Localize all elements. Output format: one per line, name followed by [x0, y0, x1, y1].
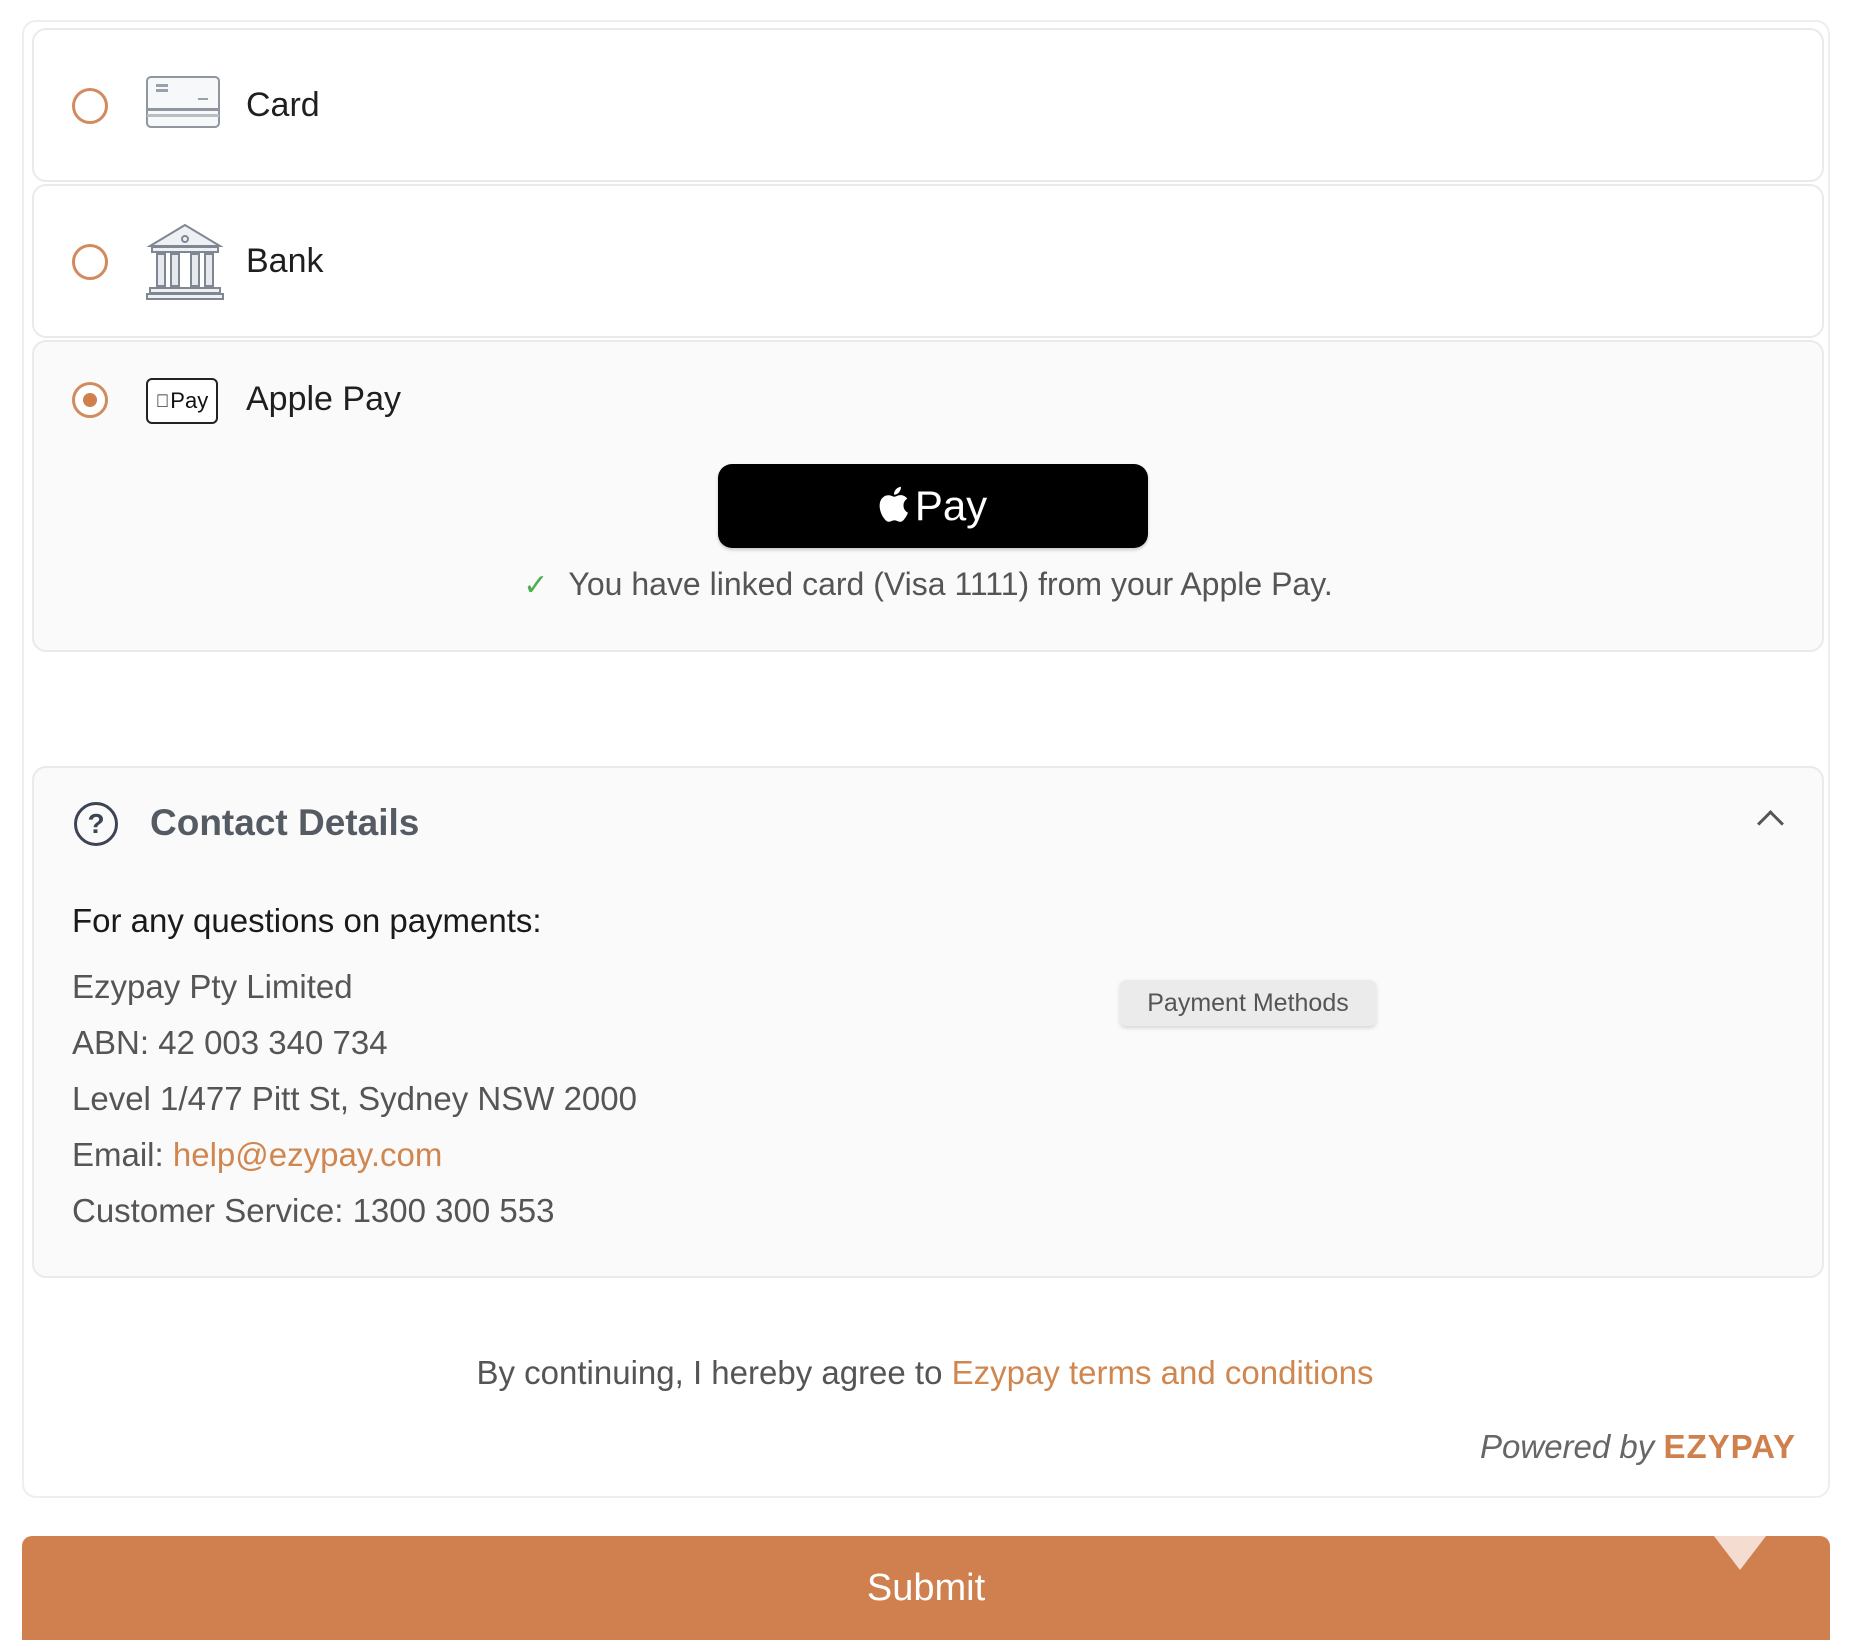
apple-pay-icon:  Pay	[146, 378, 218, 424]
linked-card-message: ✓ You have linked card (Visa 1111) from y…	[523, 566, 1333, 602]
powered-by-text: Powered by	[1480, 1428, 1664, 1465]
terms-link[interactable]: Ezypay terms and conditions	[952, 1354, 1374, 1391]
apple-pay-button[interactable]: Pay	[718, 464, 1148, 548]
ezypay-logo: EZYPAY	[1663, 1428, 1796, 1465]
card-label: Card	[246, 86, 320, 124]
check-icon: ✓	[523, 569, 549, 602]
company-name: Ezypay Pty Limited	[72, 968, 353, 1005]
submit-label: Submit	[866, 1566, 986, 1609]
credit-card-icon	[146, 76, 220, 133]
bank-radio[interactable]	[72, 244, 108, 280]
question-circle-icon: ?	[74, 802, 118, 846]
customer-service-text: Customer Service: 1300 300 553	[72, 1192, 555, 1229]
payment-option-apple-pay[interactable]:  Pay Apple Pay Pay ✓You have linked car…	[32, 340, 1824, 652]
payment-methods-tooltip: Payment Methods	[1120, 980, 1376, 1026]
address-text: Level 1/477 Pitt St, Sydney NSW 2000	[72, 1080, 637, 1117]
payment-panel: Card Bank  Pay Apple Pay	[22, 20, 1830, 1498]
submit-button[interactable]: Submit	[22, 1536, 1830, 1640]
payment-option-bank[interactable]: Bank	[32, 184, 1824, 338]
contact-details-title: Contact Details	[150, 802, 420, 843]
terms-agreement: By continuing, I hereby agree to Ezypay …	[0, 1354, 1850, 1392]
apple-pay-label: Apple Pay	[246, 380, 401, 418]
contact-heading: For any questions on payments:	[72, 902, 542, 939]
apple-logo-icon	[879, 486, 908, 522]
abn-text: ABN: 42 003 340 734	[72, 1024, 388, 1061]
powered-by: Powered by EZYPAY	[1480, 1428, 1796, 1466]
contact-details-panel: ? Contact Details For any questions on p…	[32, 766, 1824, 1278]
email-link[interactable]: help@ezypay.com	[173, 1136, 443, 1173]
bank-icon	[146, 222, 224, 305]
email-label: Email:	[72, 1136, 173, 1173]
payment-option-card[interactable]: Card	[32, 28, 1824, 182]
bank-label: Bank	[246, 242, 324, 280]
apple-logo-icon: 	[156, 391, 170, 412]
notch-decoration	[1714, 1536, 1766, 1570]
terms-prefix: By continuing, I hereby agree to	[476, 1354, 952, 1391]
chevron-up-icon[interactable]	[1757, 810, 1784, 837]
card-radio[interactable]	[72, 88, 108, 124]
email-line: Email: help@ezypay.com	[72, 1136, 442, 1174]
apple-pay-radio[interactable]	[72, 382, 108, 418]
